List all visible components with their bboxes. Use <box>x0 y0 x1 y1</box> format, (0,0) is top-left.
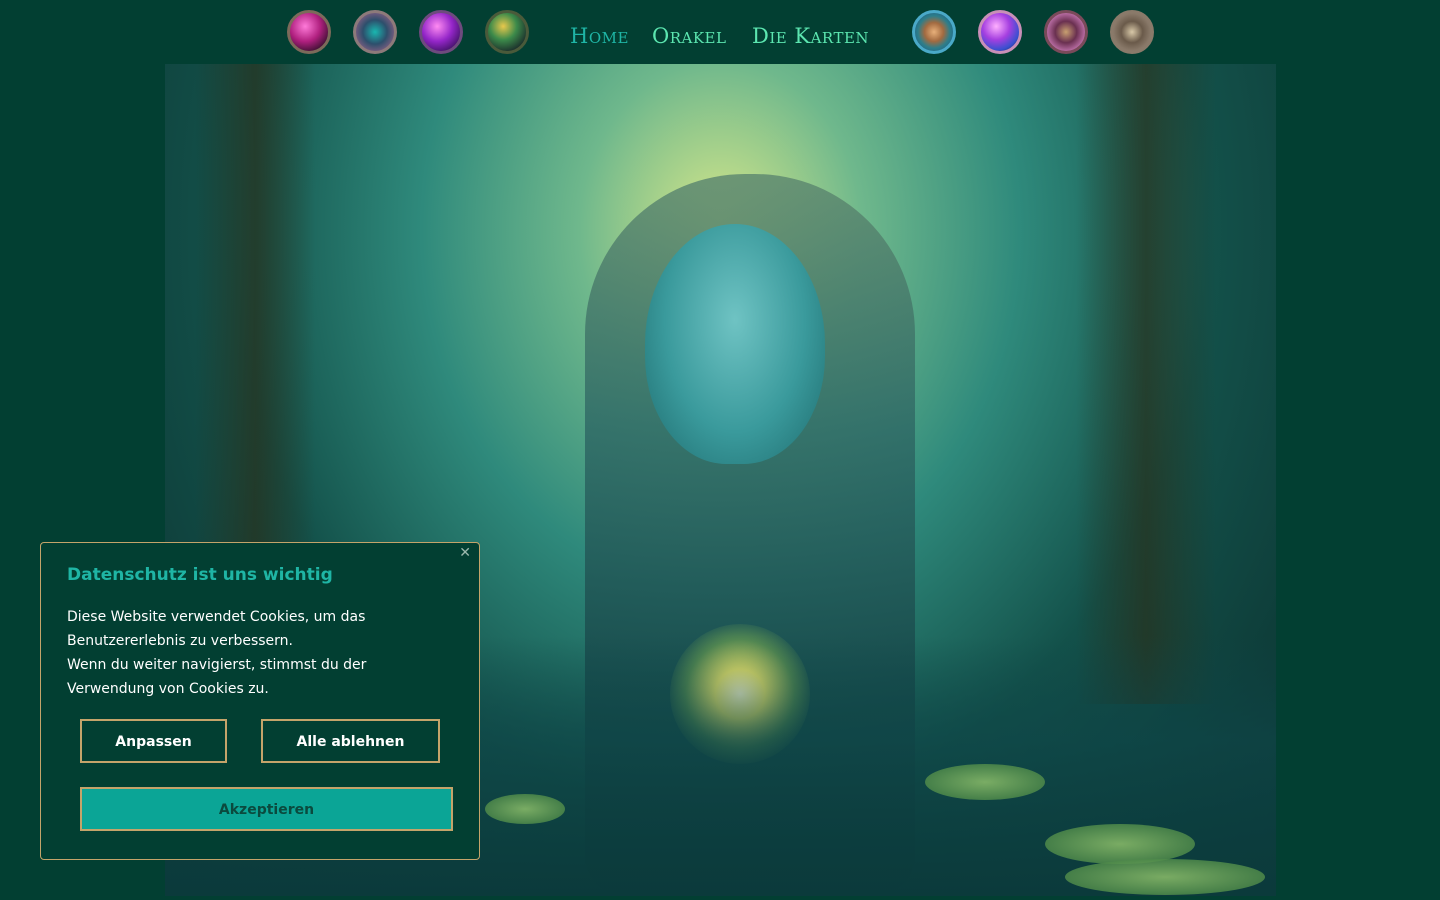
cookie-title: Datenschutz ist uns wichtig <box>67 565 333 585</box>
nav-link-home[interactable]: Home <box>570 18 629 54</box>
nav-link-die-karten[interactable]: Die Karten <box>752 18 869 54</box>
mauve-orb-icon[interactable] <box>1044 10 1088 54</box>
violet-orb-icon[interactable] <box>978 10 1022 54</box>
lily-pad <box>485 794 565 824</box>
bronze-flower-orb-icon[interactable] <box>912 10 956 54</box>
silver-ornament-orb-icon[interactable] <box>1110 10 1154 54</box>
mandala-orb-icon[interactable] <box>353 10 397 54</box>
accept-button[interactable]: Akzeptieren <box>80 787 453 831</box>
tree-right <box>1076 64 1216 704</box>
cookie-text-line2: Wenn du weiter navigierst, stimmst du de… <box>67 657 367 697</box>
customize-button[interactable]: Anpassen <box>80 719 227 763</box>
top-navigation: Home Orakel Die Karten <box>0 0 1440 64</box>
green-orb-icon[interactable] <box>485 10 529 54</box>
pink-orb-icon[interactable] <box>287 10 331 54</box>
woman-face <box>645 224 825 464</box>
lily-pad <box>1065 859 1265 895</box>
cookie-text-line1: Diese Website verwendet Cookies, um das … <box>67 609 366 649</box>
purple-orb-icon[interactable] <box>419 10 463 54</box>
lily-pad <box>925 764 1045 800</box>
close-icon[interactable]: ✕ <box>459 545 471 561</box>
lily-pad <box>1045 824 1195 864</box>
cookie-consent-dialog: ✕ Datenschutz ist uns wichtig Diese Webs… <box>40 542 480 860</box>
nav-link-orakel[interactable]: Orakel <box>652 18 726 54</box>
reject-all-button[interactable]: Alle ablehnen <box>261 719 440 763</box>
